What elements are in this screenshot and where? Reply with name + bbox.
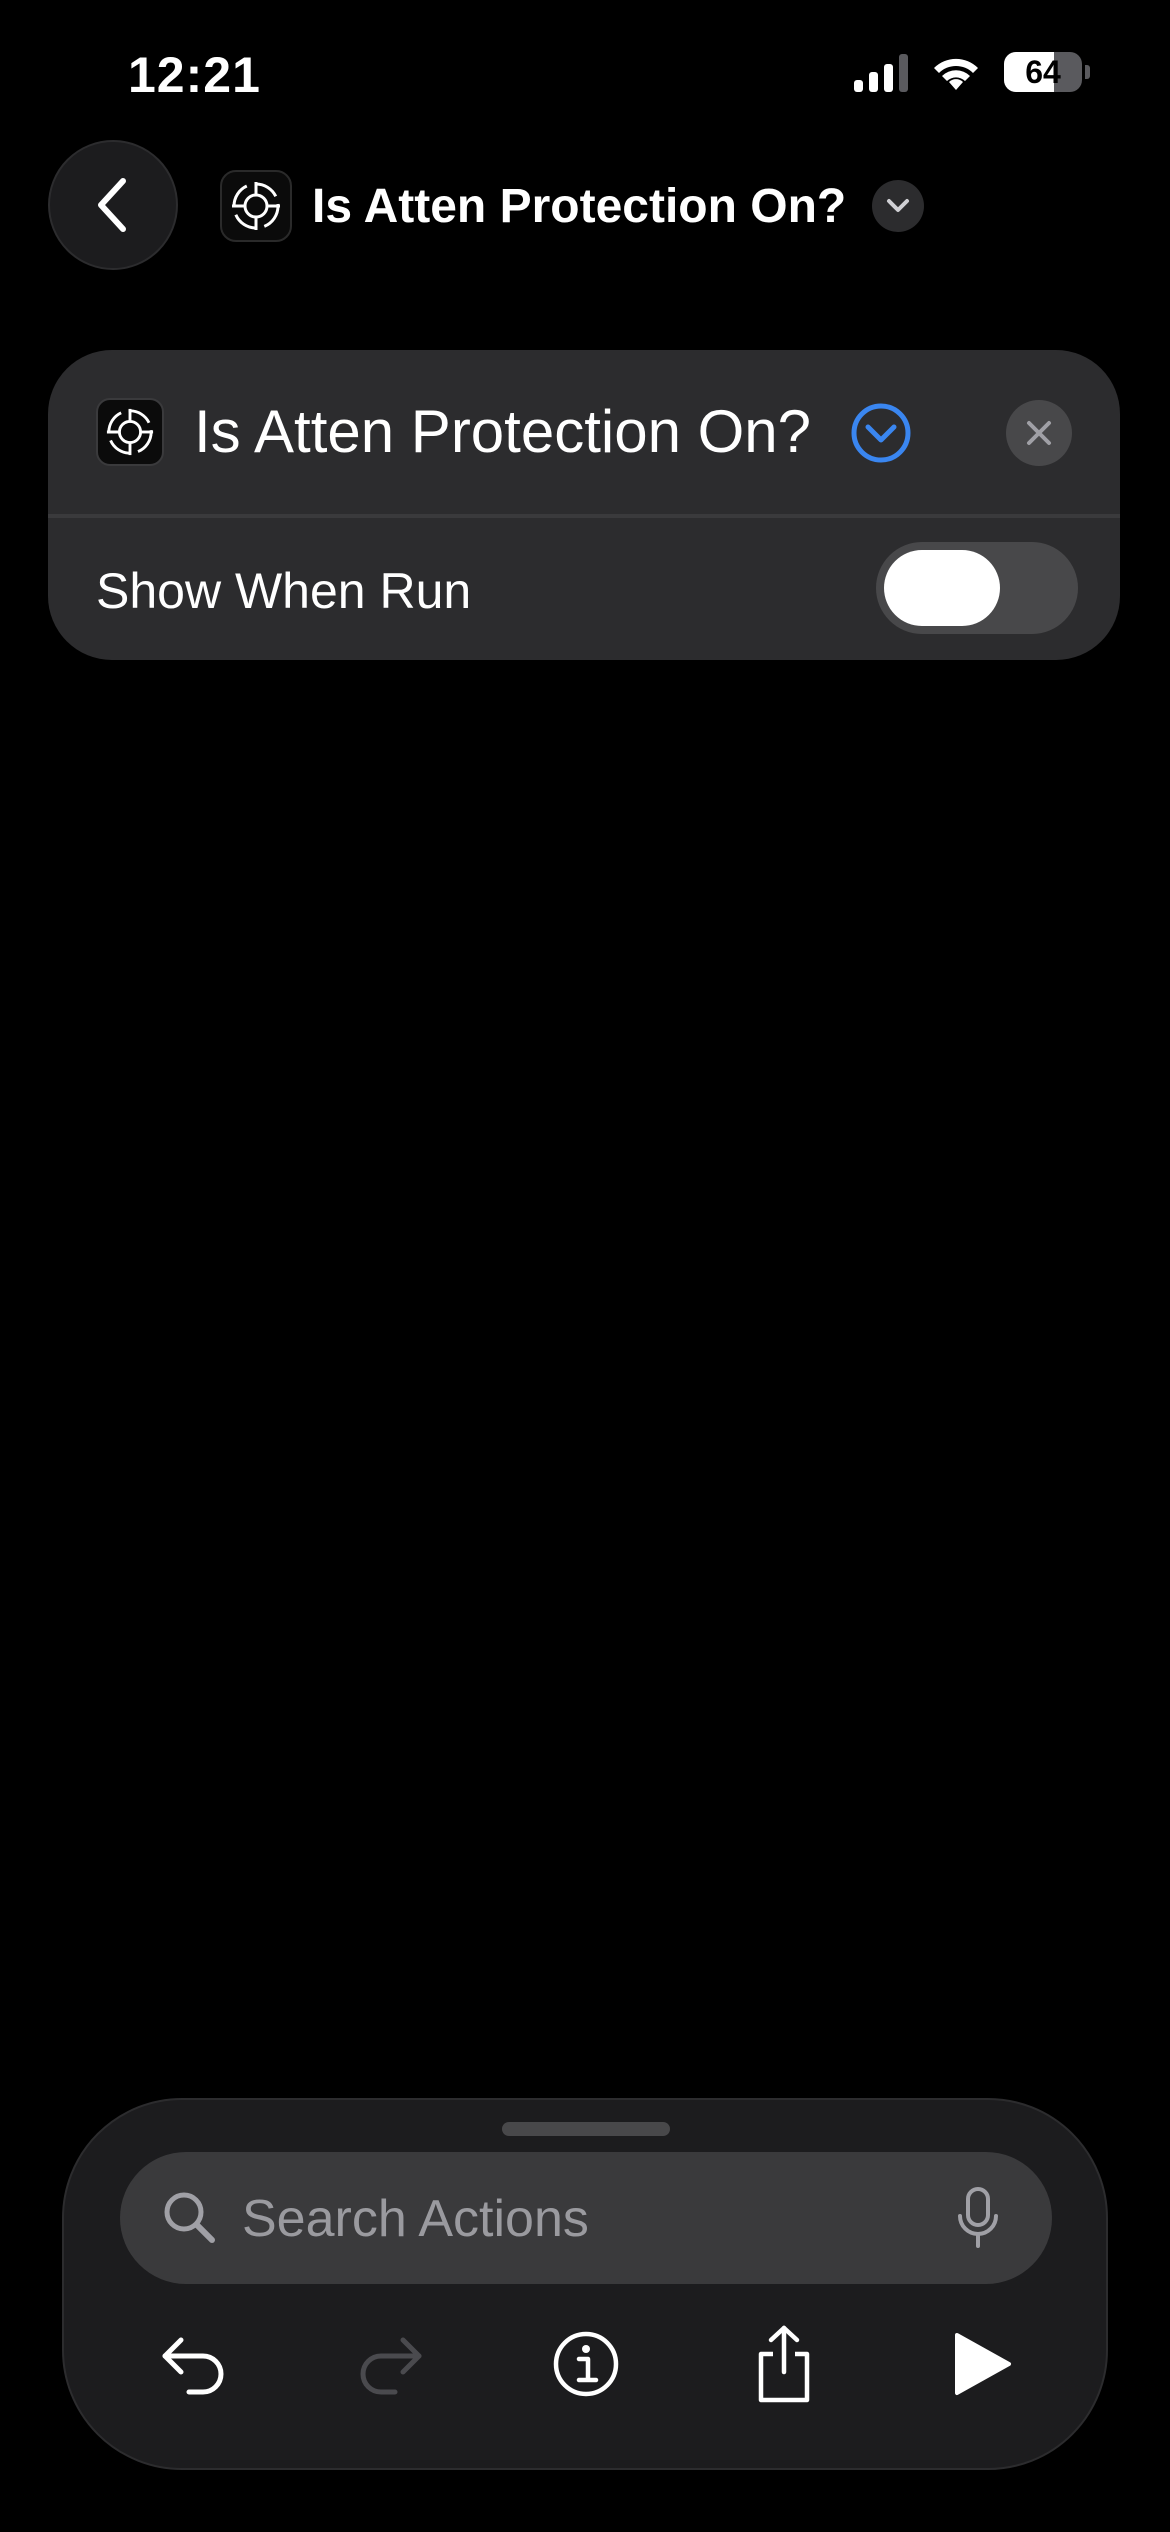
undo-icon bbox=[162, 2337, 224, 2395]
crosshair-target-icon bbox=[220, 170, 292, 242]
chevron-left-icon bbox=[98, 178, 126, 232]
search-input[interactable] bbox=[240, 2182, 924, 2256]
share-button[interactable] bbox=[734, 2314, 834, 2414]
editor-toolbar bbox=[64, 2314, 1106, 2424]
info-icon bbox=[553, 2331, 619, 2397]
undo-button[interactable] bbox=[144, 2314, 244, 2414]
status-icons: 64 bbox=[854, 52, 1090, 92]
redo-icon bbox=[360, 2337, 422, 2395]
status-time: 12:21 bbox=[128, 47, 261, 103]
battery-nub bbox=[1085, 65, 1090, 79]
action-title[interactable]: Is Atten Protection On? bbox=[194, 398, 811, 466]
remove-action-button[interactable] bbox=[1006, 400, 1072, 466]
page-title: Is Atten Protection On? bbox=[312, 179, 847, 233]
crosshair-target-icon bbox=[96, 398, 164, 466]
actions-panel bbox=[62, 2098, 1108, 2470]
shortcut-title-menu[interactable]: Is Atten Protection On? bbox=[220, 168, 925, 244]
show-when-run-row: Show When Run bbox=[48, 518, 1120, 660]
status-bar: 12:21 64 bbox=[0, 0, 1170, 150]
run-button[interactable] bbox=[932, 2314, 1032, 2414]
close-icon bbox=[1027, 421, 1051, 445]
chevron-down-icon[interactable] bbox=[872, 180, 925, 232]
redo-button[interactable] bbox=[340, 2314, 440, 2414]
toggle-knob bbox=[884, 550, 1000, 626]
share-icon bbox=[758, 2325, 810, 2403]
search-icon bbox=[160, 2188, 220, 2248]
cellular-signal-icon bbox=[854, 52, 908, 92]
play-icon bbox=[955, 2333, 1011, 2395]
expand-chevron-icon[interactable] bbox=[850, 402, 912, 464]
show-when-run-toggle[interactable] bbox=[876, 542, 1078, 634]
microphone-icon[interactable] bbox=[954, 2186, 1002, 2250]
battery-level: 64 bbox=[1025, 53, 1061, 90]
search-bar[interactable] bbox=[120, 2152, 1052, 2284]
wifi-icon bbox=[934, 58, 978, 90]
info-button[interactable] bbox=[536, 2314, 636, 2414]
action-card-header: Is Atten Protection On? bbox=[48, 350, 1120, 514]
back-button[interactable] bbox=[48, 140, 178, 270]
panel-grabber[interactable] bbox=[502, 2122, 670, 2136]
battery-icon: 64 bbox=[1004, 52, 1082, 92]
show-when-run-label: Show When Run bbox=[96, 563, 472, 619]
battery-group: 64 bbox=[1004, 52, 1090, 92]
action-card: Is Atten Protection On? Show When Run bbox=[48, 350, 1120, 660]
